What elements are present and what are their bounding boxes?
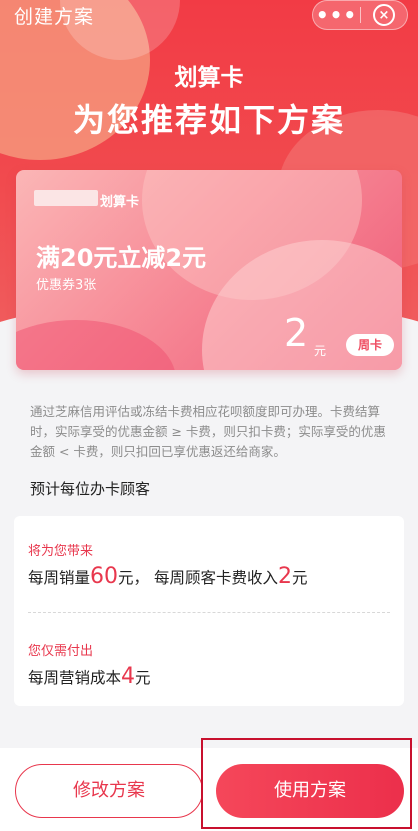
brand-title: 划算卡 <box>174 65 244 91</box>
section-divider <box>28 612 390 613</box>
cost-suffix: 元 <box>135 669 151 687</box>
card-period-badge: 周卡 <box>346 334 394 356</box>
page-title: 创建方案 <box>14 6 95 28</box>
pay-label: 您仅需付出 <box>28 644 94 659</box>
close-icon: × <box>372 4 395 26</box>
more-options-icon[interactable]: ••• <box>313 1 360 29</box>
bring-label: 将为您带来 <box>28 544 94 559</box>
card-decoration <box>16 320 176 370</box>
estimate-panel: 将为您带来 每周销量60元， 每周顾客卡费收入2元 您仅需付出 每周营销成本4元 <box>14 516 404 706</box>
fee-prefix: 每周顾客卡费收入 <box>153 569 278 587</box>
headline: 为您推荐如下方案 <box>72 101 345 139</box>
close-button[interactable]: × <box>361 4 407 26</box>
plan-description: 通过芝麻信用评估或冻结卡费相应花呗额度即可办理。卡费结算时，实际享受的优惠金额 … <box>30 404 386 459</box>
card-preview: 划算卡 满20元立减2元 优惠券3张 2 元 周卡 <box>16 170 402 370</box>
estimate-title: 预计每位办卡顾客 <box>30 480 151 498</box>
fee-suffix: 元 <box>291 569 308 587</box>
cost-value: 4 <box>121 664 136 689</box>
card-offer: 满20元立减2元 <box>36 244 207 272</box>
card-price-unit: 元 <box>314 344 327 358</box>
merchant-name-redacted <box>34 190 98 206</box>
sales-value: 60 <box>90 564 119 589</box>
card-price: 2 <box>284 311 309 355</box>
mini-program-capsule: ••• × <box>312 0 408 30</box>
sales-prefix: 每周销量 <box>28 569 91 587</box>
card-name: 划算卡 <box>100 195 140 210</box>
highlight-box <box>201 738 412 829</box>
card-coupon-count: 优惠券3张 <box>36 278 97 293</box>
fee-value: 2 <box>277 564 292 589</box>
weekly-cost-metric: 每周营销成本4元 <box>28 664 151 689</box>
cost-prefix: 每周营销成本 <box>28 669 122 687</box>
weekly-sales-metric: 每周销量60元， 每周顾客卡费收入2元 <box>28 564 308 589</box>
modify-plan-button[interactable]: 修改方案 <box>15 764 203 818</box>
sales-suffix: 元， <box>118 569 150 587</box>
